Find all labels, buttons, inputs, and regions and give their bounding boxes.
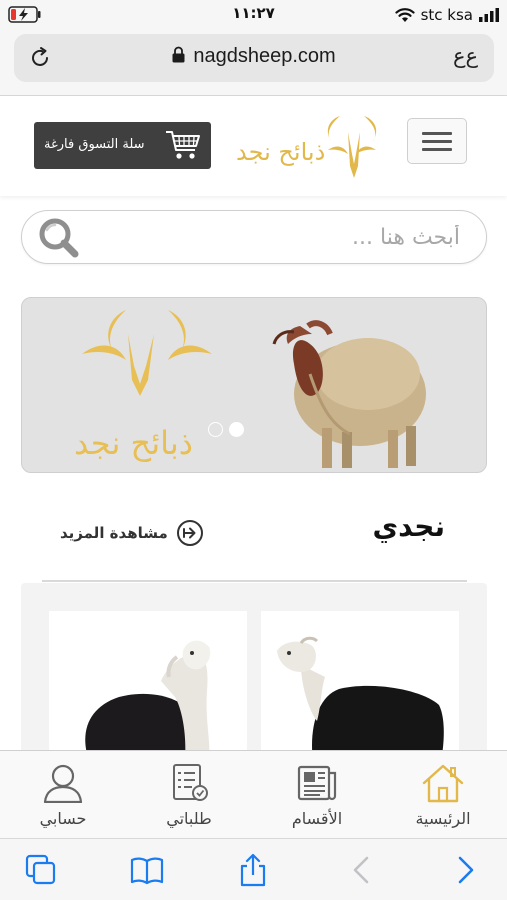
slider-dot-1[interactable] bbox=[208, 422, 223, 437]
back-icon[interactable] bbox=[345, 853, 379, 887]
menu-button[interactable] bbox=[407, 118, 467, 164]
url-display[interactable]: nagdsheep.com bbox=[14, 45, 494, 68]
cart-label: سلة التسوق فارغة bbox=[44, 137, 145, 152]
site-logo[interactable]: ذبائح نجد bbox=[232, 106, 402, 186]
nav-label-home: الرئيسية bbox=[415, 809, 471, 828]
nav-item-account[interactable]: حسابي bbox=[8, 763, 118, 835]
nav-item-home[interactable]: الرئيسية bbox=[388, 763, 498, 835]
product-image-2 bbox=[277, 636, 444, 761]
arrow-circle-icon bbox=[176, 520, 203, 546]
text-size-button[interactable]: ﻉﻉ bbox=[453, 44, 478, 68]
banner-logo: ذبائح نجد bbox=[74, 310, 212, 462]
browser-address-area: nagdsheep.com ﻉﻉ bbox=[0, 30, 507, 96]
status-bar: ١١:٢٧ stc ksa bbox=[0, 0, 507, 30]
home-icon bbox=[422, 764, 464, 803]
search-input[interactable] bbox=[100, 222, 460, 252]
products-grid bbox=[21, 583, 487, 763]
nav-label-orders: طلباتي bbox=[166, 809, 212, 828]
shopping-cart-icon bbox=[166, 131, 200, 159]
product-card[interactable] bbox=[49, 611, 247, 761]
tabs-icon[interactable] bbox=[24, 853, 58, 887]
hero-banner[interactable]: ذبائح نجد bbox=[21, 297, 487, 473]
ram-emblem-icon bbox=[327, 116, 377, 178]
signal-icon bbox=[479, 8, 499, 22]
nav-label-account: حسابي bbox=[39, 809, 87, 828]
logo-text: ذبائح نجد bbox=[236, 138, 325, 166]
slider-dot-2[interactable] bbox=[229, 422, 244, 437]
search-box bbox=[21, 210, 487, 264]
nav-item-categories[interactable]: الأقسام bbox=[262, 763, 372, 835]
bookmarks-icon[interactable] bbox=[130, 853, 164, 887]
address-bar[interactable]: nagdsheep.com ﻉﻉ bbox=[14, 34, 494, 82]
see-more-link[interactable]: مشاهدة المزيد bbox=[60, 518, 204, 548]
cart-button[interactable]: سلة التسوق فارغة bbox=[34, 122, 211, 169]
section-divider bbox=[42, 580, 467, 582]
url-text: nagdsheep.com bbox=[193, 45, 336, 67]
nav-label-categories: الأقسام bbox=[291, 809, 343, 828]
see-more-label: مشاهدة المزيد bbox=[60, 524, 168, 542]
product-card[interactable] bbox=[261, 611, 459, 761]
product-image-1 bbox=[85, 640, 211, 761]
search-icon[interactable] bbox=[36, 215, 80, 259]
ram-emblem-icon bbox=[82, 310, 212, 396]
banner-logo-text: ذبائح نجد bbox=[74, 424, 193, 462]
orders-icon bbox=[173, 764, 208, 801]
carrier-name: stc ksa bbox=[420, 6, 473, 24]
nav-item-orders[interactable]: طلباتي bbox=[134, 763, 244, 835]
user-icon bbox=[43, 764, 83, 803]
lock-icon bbox=[172, 46, 185, 63]
forward-icon[interactable] bbox=[448, 853, 482, 887]
section-title: نجدي bbox=[372, 510, 445, 543]
wifi-icon bbox=[394, 8, 415, 22]
bottom-nav: حسابي طلباتي الأقسام الرئيسية bbox=[0, 750, 507, 838]
categories-icon bbox=[297, 765, 337, 801]
status-indicators: stc ksa bbox=[394, 5, 499, 25]
banner-sheep-image bbox=[272, 320, 426, 468]
share-icon[interactable] bbox=[236, 853, 270, 887]
browser-toolbar bbox=[0, 838, 507, 900]
site-header: سلة التسوق فارغة ذبائح نجد bbox=[0, 96, 507, 196]
